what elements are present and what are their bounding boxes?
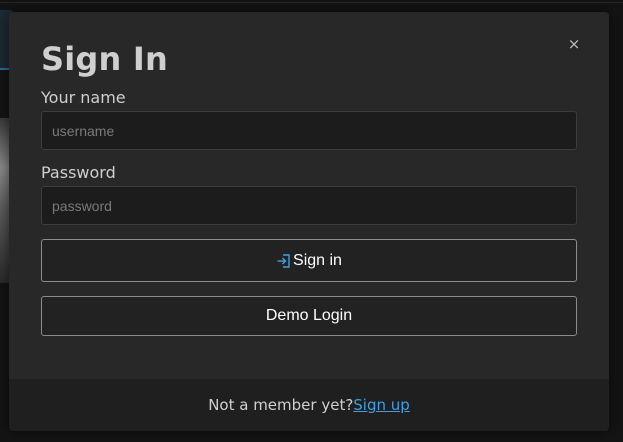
password-label: Password [41, 163, 116, 182]
sign-in-button[interactable]: Sign in [41, 239, 577, 282]
modal-title: Sign In [41, 40, 168, 78]
sign-in-modal: × Sign In Your name Password Sign in Dem… [9, 12, 609, 431]
signup-prompt: Not a member yet? [208, 396, 354, 414]
name-label: Your name [41, 88, 126, 107]
demo-login-label: Demo Login [265, 307, 353, 324]
close-icon[interactable]: × [564, 34, 584, 54]
sign-in-button-label: Sign in [293, 251, 342, 269]
demo-login-button[interactable]: Demo Login [41, 296, 577, 336]
sign-up-link[interactable]: Sign up [353, 396, 410, 414]
password-input[interactable] [41, 186, 577, 225]
username-input[interactable] [41, 111, 577, 150]
modal-footer: Not a member yet? Sign up [9, 379, 609, 431]
sign-in-icon [276, 253, 292, 269]
background-divider [0, 2, 623, 3]
